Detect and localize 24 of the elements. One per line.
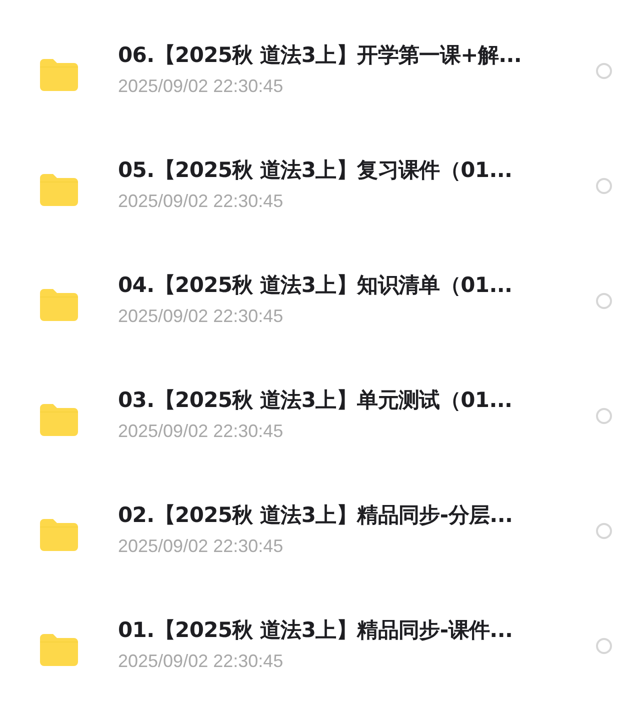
folder-name[interactable]: 01.【2025秋 道法3上】精品同步-课件... (118, 616, 596, 644)
folder-name[interactable]: 04.【2025秋 道法3上】知识清单（01... (118, 270, 596, 298)
modified-date: 2025/09/02 22:30:45 (118, 76, 284, 96)
folder-name[interactable]: 02.【2025秋 道法3上】精品同步-分层... (118, 500, 596, 528)
select-radio[interactable] (596, 292, 612, 308)
folder-name[interactable]: 06.【2025秋 道法3上】开学第一课+解... (118, 40, 596, 68)
select-radio[interactable] (596, 62, 612, 78)
modified-date: 2025/09/02 22:30:45 (118, 650, 284, 672)
folder-icon (40, 288, 78, 322)
folder-name[interactable]: 03.【2025秋 道法3上】单元测试（01... (118, 386, 596, 414)
folder-icon (40, 518, 78, 552)
folder-name[interactable]: 05.【2025秋 道法3上】复习课件（01... (118, 156, 596, 184)
modified-date: 2025/09/02 22:30:45 (118, 536, 284, 556)
select-radio[interactable] (596, 178, 612, 194)
select-radio[interactable] (596, 408, 612, 424)
modified-date: 2025/09/02 22:30:45 (118, 306, 284, 326)
select-radio[interactable] (596, 522, 612, 538)
modified-date: 2025/09/02 22:30:45 (118, 420, 284, 442)
folder-icon (40, 172, 78, 206)
select-radio[interactable] (596, 638, 612, 654)
folder-icon (40, 632, 78, 666)
modified-date: 2025/09/02 22:30:45 (118, 190, 284, 212)
folder-icon (40, 58, 78, 92)
folder-icon (40, 402, 78, 436)
